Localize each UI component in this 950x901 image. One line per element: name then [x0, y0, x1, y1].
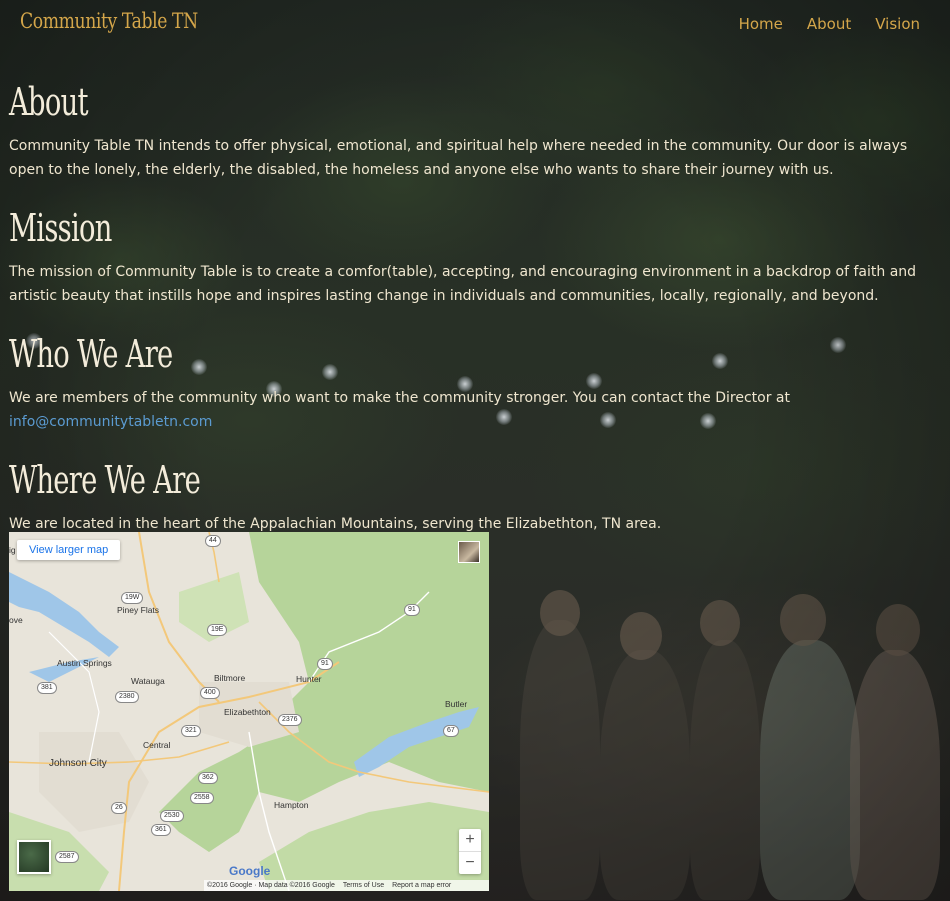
route-shield: 381	[37, 682, 57, 694]
section-text-who-we-are: We are members of the community who want…	[9, 386, 944, 434]
route-shield: 361	[151, 824, 171, 836]
terms-of-use-link[interactable]: Terms of Use	[343, 882, 384, 889]
route-shield: 19W	[121, 592, 144, 604]
section-title-who-we-are: Who We Are	[9, 332, 173, 376]
nav-links: Home About Vision	[739, 15, 920, 33]
route-shield: 91	[317, 658, 333, 670]
map-place-hunter: Hunter	[296, 674, 322, 684]
map-user-avatar[interactable]	[458, 541, 480, 563]
top-navbar: Community Table TN Home About Vision	[0, 0, 950, 48]
who-we-are-text: We are members of the community who want…	[9, 390, 790, 406]
nav-link-home[interactable]: Home	[739, 15, 783, 33]
map-place-piney-flats: Piney Flats	[117, 605, 160, 615]
route-shield: 19E	[207, 624, 228, 636]
map-place-elizabethton: Elizabethton	[224, 707, 271, 717]
route-shield: 2587	[55, 851, 79, 863]
map-place-butler: Butler	[445, 699, 468, 709]
section-title-about: About	[9, 80, 88, 124]
director-email-link[interactable]: info@communitytabletn.com	[9, 414, 212, 430]
map-place-central: Central	[143, 740, 171, 750]
route-shield: 362	[198, 772, 218, 784]
route-shield: 2558	[190, 792, 214, 804]
zoom-out-button[interactable]: −	[459, 852, 481, 874]
zoom-controls: + −	[459, 829, 481, 874]
section-mission: Mission The mission of Community Table i…	[9, 196, 944, 308]
map-place-biltmore: Biltmore	[214, 673, 246, 683]
map-label-edge: ig	[9, 545, 16, 555]
route-shield: 26	[111, 802, 127, 814]
route-shield: 321	[181, 725, 201, 737]
section-title-mission: Mission	[9, 206, 112, 250]
main-content: About Community Table TN intends to offe…	[9, 70, 944, 550]
brand-logo[interactable]: Community Table TN	[20, 9, 198, 33]
view-larger-map-button[interactable]: View larger map	[17, 540, 121, 560]
map-data-credit: ©2016 Google · Map data ©2016 Google	[207, 882, 335, 889]
section-text-mission: The mission of Community Table is to cre…	[9, 264, 917, 304]
satellite-toggle[interactable]	[17, 840, 51, 874]
map-place-watauga: Watauga	[131, 676, 165, 686]
embedded-map[interactable]: ig ove Piney Flats Austin Springs Wataug…	[9, 532, 489, 891]
section-who-we-are: Who We Are We are members of the communi…	[9, 322, 944, 434]
zoom-in-button[interactable]: +	[459, 829, 481, 851]
report-map-error-link[interactable]: Report a map error	[392, 882, 451, 889]
nav-link-vision[interactable]: Vision	[875, 15, 920, 33]
route-shield: 44	[205, 535, 221, 547]
section-title-where-we-are: Where We Are	[9, 458, 201, 502]
map-place-austin-springs: Austin Springs	[57, 658, 112, 668]
route-shield: 67	[443, 725, 459, 737]
section-text-about: Community Table TN intends to offer phys…	[9, 138, 908, 178]
section-about: About Community Table TN intends to offe…	[9, 70, 944, 182]
map-place-hampton: Hampton	[274, 800, 309, 810]
route-shield: 2376	[278, 714, 302, 726]
route-shield: 400	[200, 687, 220, 699]
nav-link-about[interactable]: About	[807, 15, 851, 33]
route-shield: 2380	[115, 691, 139, 703]
section-where-we-are: Where We Are We are located in the heart…	[9, 448, 944, 536]
map-attribution: ©2016 Google · Map data ©2016 Google Ter…	[204, 880, 489, 891]
map-place-johnson-city: Johnson City	[49, 758, 107, 769]
google-logo: Google	[229, 864, 271, 878]
map-label-edge: ove	[9, 615, 23, 625]
route-shield: 2530	[160, 810, 184, 822]
route-shield: 91	[404, 604, 420, 616]
